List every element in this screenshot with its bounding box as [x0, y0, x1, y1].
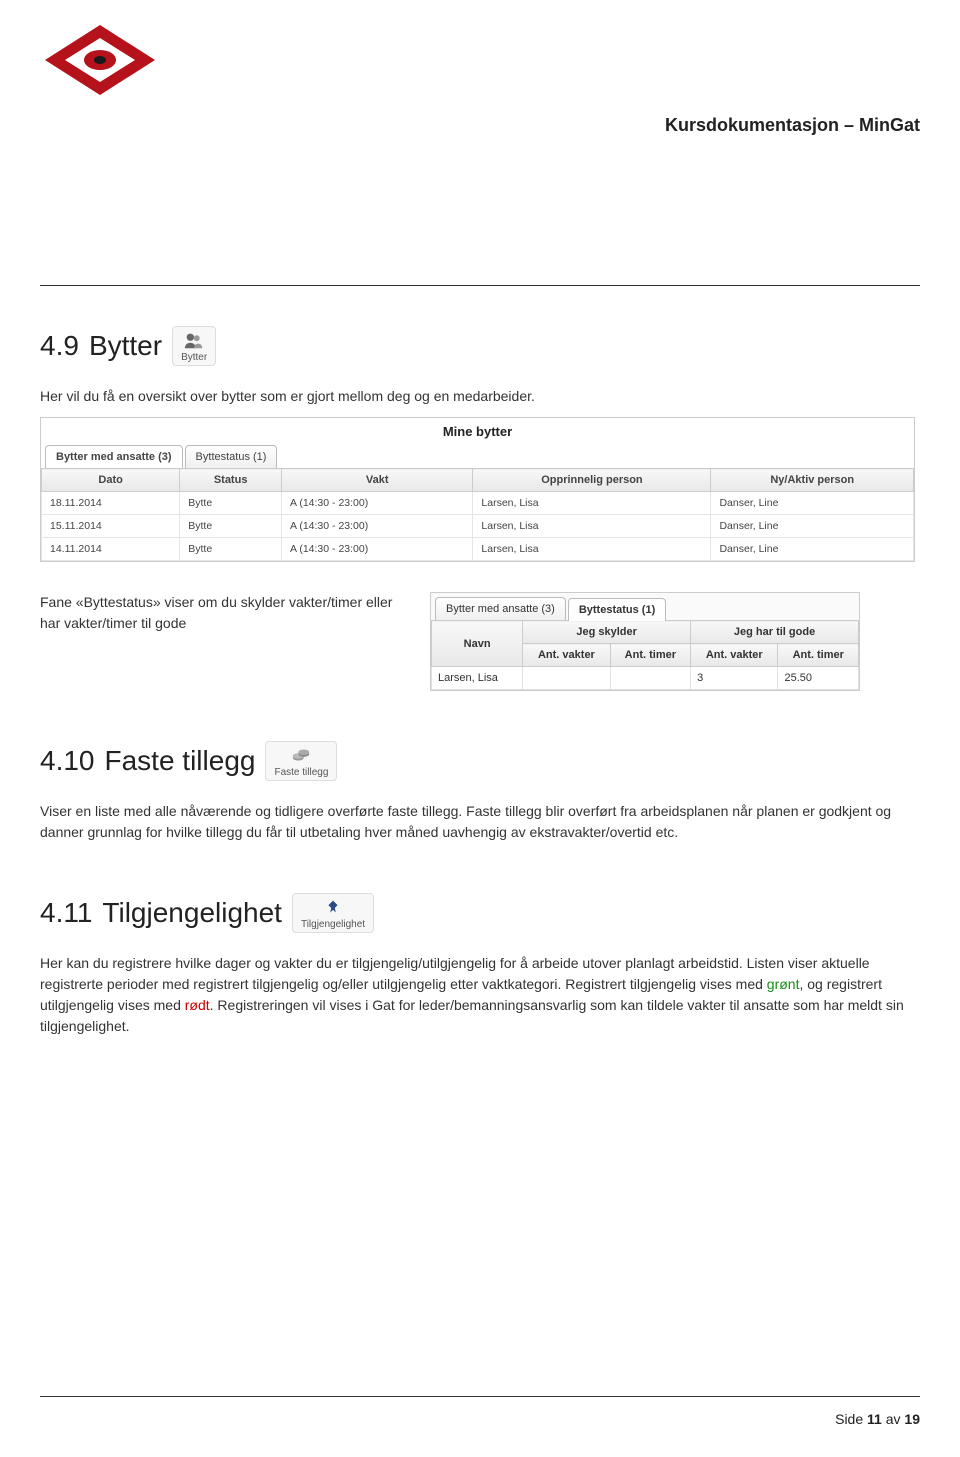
tab-byttestatus[interactable]: Byttestatus (1) [185, 445, 278, 468]
section-intro: Her vil du få en oversikt over bytter so… [40, 386, 920, 407]
col-vakt: Vakt [282, 469, 473, 492]
logo [40, 20, 160, 105]
table-row: 15.11.2014 Bytte A (14:30 - 23:00) Larse… [42, 515, 914, 538]
cell-opp: Larsen, Lisa [473, 538, 711, 561]
cell-navn: Larsen, Lisa [432, 667, 523, 690]
section-title: Faste tillegg [105, 745, 256, 777]
section-title: Tilgjengelighet [102, 897, 282, 929]
tab-bytter-med-ansatte[interactable]: Bytter med ansatte (3) [435, 597, 566, 620]
chip-label: Faste tillegg [274, 767, 328, 778]
body-pre: Her kan du registrere hvilke dager og va… [40, 955, 870, 992]
faste-tillegg-chip: Faste tillegg [265, 741, 337, 781]
cell-status: Bytte [180, 538, 282, 561]
byttestatus-row: Fane «Byttestatus» viser om du skylder v… [40, 592, 920, 691]
byttestatus-screenshot: Bytter med ansatte (3) Byttestatus (1) N… [430, 592, 860, 691]
section-heading-faste-tillegg: 4.10 Faste tillegg Faste tillegg [40, 741, 920, 781]
cell-ny: Danser, Line [711, 538, 914, 561]
cell-status: Bytte [180, 515, 282, 538]
document-title: Kursdokumentasjon – MinGat [665, 115, 920, 136]
header-divider [40, 285, 920, 286]
table-row: 18.11.2014 Bytte A (14:30 - 23:00) Larse… [42, 492, 914, 515]
byttestatus-text: Fane «Byttestatus» viser om du skylder v… [40, 592, 410, 634]
bytter-chip: Bytter [172, 326, 216, 366]
tabs-row: Bytter med ansatte (3) Byttestatus (1) [41, 445, 914, 468]
col-opprinnelig: Opprinnelig person [473, 469, 711, 492]
section-number: 4.9 [40, 330, 79, 362]
table-row: Larsen, Lisa 3 25.50 [432, 667, 859, 690]
tab-byttestatus[interactable]: Byttestatus (1) [568, 598, 666, 621]
col-ant-vakter: Ant. vakter [691, 644, 778, 667]
footer-tot: 19 [904, 1411, 920, 1427]
footer-divider [40, 1396, 920, 1397]
col-ant-vakter: Ant. vakter [523, 644, 610, 667]
cell-ny: Danser, Line [711, 515, 914, 538]
cell-gt: 25.50 [778, 667, 859, 690]
cell-status: Bytte [180, 492, 282, 515]
section-title: Bytter [89, 330, 162, 362]
page-number: Side 11 av 19 [835, 1411, 920, 1427]
cell-dato: 14.11.2014 [42, 538, 180, 561]
col-ny: Ny/Aktiv person [711, 469, 914, 492]
green-word: grønt [767, 976, 800, 992]
cell-dato: 15.11.2014 [42, 515, 180, 538]
col-ant-timer: Ant. timer [778, 644, 859, 667]
cell-opp: Larsen, Lisa [473, 515, 711, 538]
cell-dato: 18.11.2014 [42, 492, 180, 515]
screenshot-title: Mine bytter [41, 418, 914, 445]
table-row: 14.11.2014 Bytte A (14:30 - 23:00) Larse… [42, 538, 914, 561]
section-body: Viser en liste med alle nåværende og tid… [40, 801, 920, 843]
cell-opp: Larsen, Lisa [473, 492, 711, 515]
tilgjengelighet-chip: Tilgjengelighet [292, 893, 374, 933]
section-heading-bytter: 4.9 Bytter Bytter [40, 326, 920, 366]
footer-pre: Side [835, 1411, 867, 1427]
cell-st [610, 667, 690, 690]
section-number: 4.11 [40, 897, 92, 929]
col-status: Status [180, 469, 282, 492]
col-dato: Dato [42, 469, 180, 492]
people-icon [183, 331, 205, 352]
mine-bytter-screenshot: Mine bytter Bytter med ansatte (3) Bytte… [40, 417, 915, 562]
col-gode: Jeg har til gode [691, 621, 859, 644]
col-ant-timer: Ant. timer [610, 644, 690, 667]
cell-vakt: A (14:30 - 23:00) [282, 492, 473, 515]
pin-icon [322, 898, 344, 919]
chip-label: Bytter [181, 352, 207, 363]
red-word: rødt [185, 997, 210, 1013]
byttestatus-table: Navn Jeg skylder Jeg har til gode Ant. v… [431, 620, 859, 690]
section-number: 4.10 [40, 745, 95, 777]
cell-gv: 3 [691, 667, 778, 690]
footer-cur: 11 [867, 1411, 882, 1427]
cell-ny: Danser, Line [711, 492, 914, 515]
cell-vakt: A (14:30 - 23:00) [282, 538, 473, 561]
col-navn: Navn [432, 621, 523, 667]
bytter-table: Dato Status Vakt Opprinnelig person Ny/A… [41, 468, 914, 561]
cell-sv [523, 667, 610, 690]
cell-vakt: A (14:30 - 23:00) [282, 515, 473, 538]
chip-label: Tilgjengelighet [301, 919, 365, 930]
tabs-row: Bytter med ansatte (3) Byttestatus (1) [431, 593, 859, 620]
footer-mid: av [882, 1411, 905, 1427]
section-body: Her kan du registrere hvilke dager og va… [40, 953, 920, 1037]
page-header: Kursdokumentasjon – MinGat [40, 20, 920, 150]
coins-icon [290, 746, 312, 767]
col-skylder: Jeg skylder [523, 621, 691, 644]
tab-bytter-med-ansatte[interactable]: Bytter med ansatte (3) [45, 445, 183, 468]
section-heading-tilgjengelighet: 4.11 Tilgjengelighet Tilgjengelighet [40, 893, 920, 933]
